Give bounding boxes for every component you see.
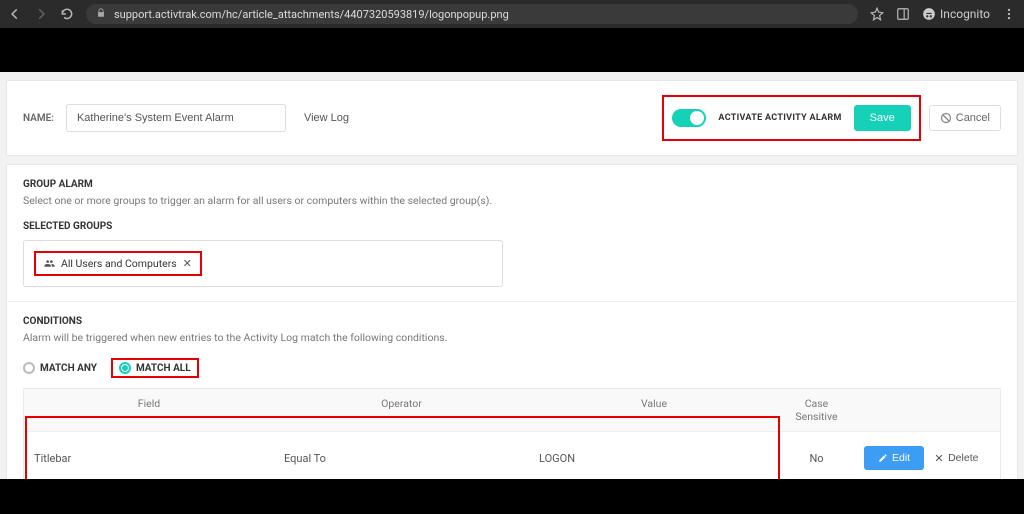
edit-button[interactable]: Edit bbox=[864, 446, 924, 470]
match-any-label: MATCH ANY bbox=[40, 363, 97, 374]
cell-field: Titlebar bbox=[24, 438, 274, 479]
url-text: support.activtrak.com/hc/article_attachm… bbox=[114, 8, 509, 21]
page-content: NAME: View Log ACTIVATE ACTIVITY ALARM S… bbox=[0, 72, 1024, 479]
conditions-desc: Alarm will be triggered when new entries… bbox=[23, 331, 1001, 344]
radio-unchecked-icon bbox=[23, 362, 35, 374]
save-button[interactable]: Save bbox=[854, 105, 911, 131]
star-icon[interactable] bbox=[870, 7, 884, 21]
reload-button[interactable] bbox=[60, 7, 74, 21]
group-alarm-title: GROUP ALARM bbox=[23, 179, 1001, 190]
menu-icon[interactable] bbox=[1002, 7, 1016, 21]
lock-icon bbox=[96, 7, 106, 21]
col-case-sensitive-header: Case Sensitive bbox=[779, 389, 854, 431]
conditions-section: CONDITIONS Alarm will be triggered when … bbox=[7, 302, 1017, 479]
col-value-header: Value bbox=[529, 389, 779, 431]
close-icon[interactable]: ✕ bbox=[183, 257, 192, 270]
forward-button[interactable] bbox=[34, 7, 48, 21]
selected-groups-title: SELECTED GROUPS bbox=[23, 221, 1001, 232]
conditions-title: CONDITIONS bbox=[23, 316, 1001, 327]
users-icon bbox=[44, 258, 55, 269]
conditions-table-head: Field Operator Value Case Sensitive bbox=[24, 389, 1000, 432]
pencil-icon bbox=[878, 453, 888, 463]
name-label: NAME: bbox=[23, 113, 54, 124]
cancel-label: Cancel bbox=[956, 112, 990, 124]
col-field-header: Field bbox=[24, 389, 274, 431]
conditions-table: Field Operator Value Case Sensitive Titl… bbox=[23, 388, 1001, 479]
match-all-option[interactable]: MATCH ALL bbox=[111, 358, 199, 378]
cell-operator: Equal To bbox=[274, 438, 529, 479]
group-alarm-section: GROUP ALARM Select one or more groups to… bbox=[7, 165, 1017, 301]
match-any-option[interactable]: MATCH ANY bbox=[23, 362, 97, 374]
browser-toolbar: support.activtrak.com/hc/article_attachm… bbox=[0, 0, 1024, 28]
view-log-button[interactable]: View Log bbox=[304, 112, 349, 124]
back-button[interactable] bbox=[8, 7, 22, 21]
selected-groups-input[interactable]: All Users and Computers ✕ bbox=[23, 240, 503, 287]
incognito-label: Incognito bbox=[940, 7, 990, 21]
activate-toggle[interactable] bbox=[672, 109, 706, 127]
table-row: Titlebar Equal To LOGON No Edit Delete bbox=[24, 432, 1000, 479]
cell-value: LOGON bbox=[529, 438, 779, 479]
incognito-badge: Incognito bbox=[922, 7, 990, 21]
match-all-label: MATCH ALL bbox=[136, 363, 191, 374]
black-top-band bbox=[0, 28, 1024, 72]
group-chip[interactable]: All Users and Computers ✕ bbox=[34, 251, 202, 276]
black-bottom-band bbox=[0, 479, 1024, 514]
activate-save-highlight: ACTIVATE ACTIVITY ALARM Save bbox=[662, 95, 920, 141]
group-alarm-desc: Select one or more groups to trigger an … bbox=[23, 194, 1001, 207]
alarm-name-input[interactable] bbox=[66, 104, 286, 132]
group-chip-label: All Users and Computers bbox=[61, 257, 177, 270]
match-mode-row: MATCH ANY MATCH ALL bbox=[23, 358, 1001, 378]
col-operator-header: Operator bbox=[274, 389, 529, 431]
close-icon bbox=[934, 453, 944, 463]
cell-case-sensitive: No bbox=[779, 438, 854, 479]
main-panel: GROUP ALARM Select one or more groups to… bbox=[6, 164, 1018, 479]
activate-label: ACTIVATE ACTIVITY ALARM bbox=[718, 113, 841, 123]
header-panel: NAME: View Log ACTIVATE ACTIVITY ALARM S… bbox=[6, 80, 1018, 156]
delete-button[interactable]: Delete bbox=[934, 452, 978, 464]
address-bar[interactable]: support.activtrak.com/hc/article_attachm… bbox=[86, 4, 858, 24]
radio-checked-icon bbox=[119, 362, 131, 374]
panel-icon[interactable] bbox=[896, 7, 910, 21]
cancel-button[interactable]: Cancel bbox=[929, 105, 1001, 131]
